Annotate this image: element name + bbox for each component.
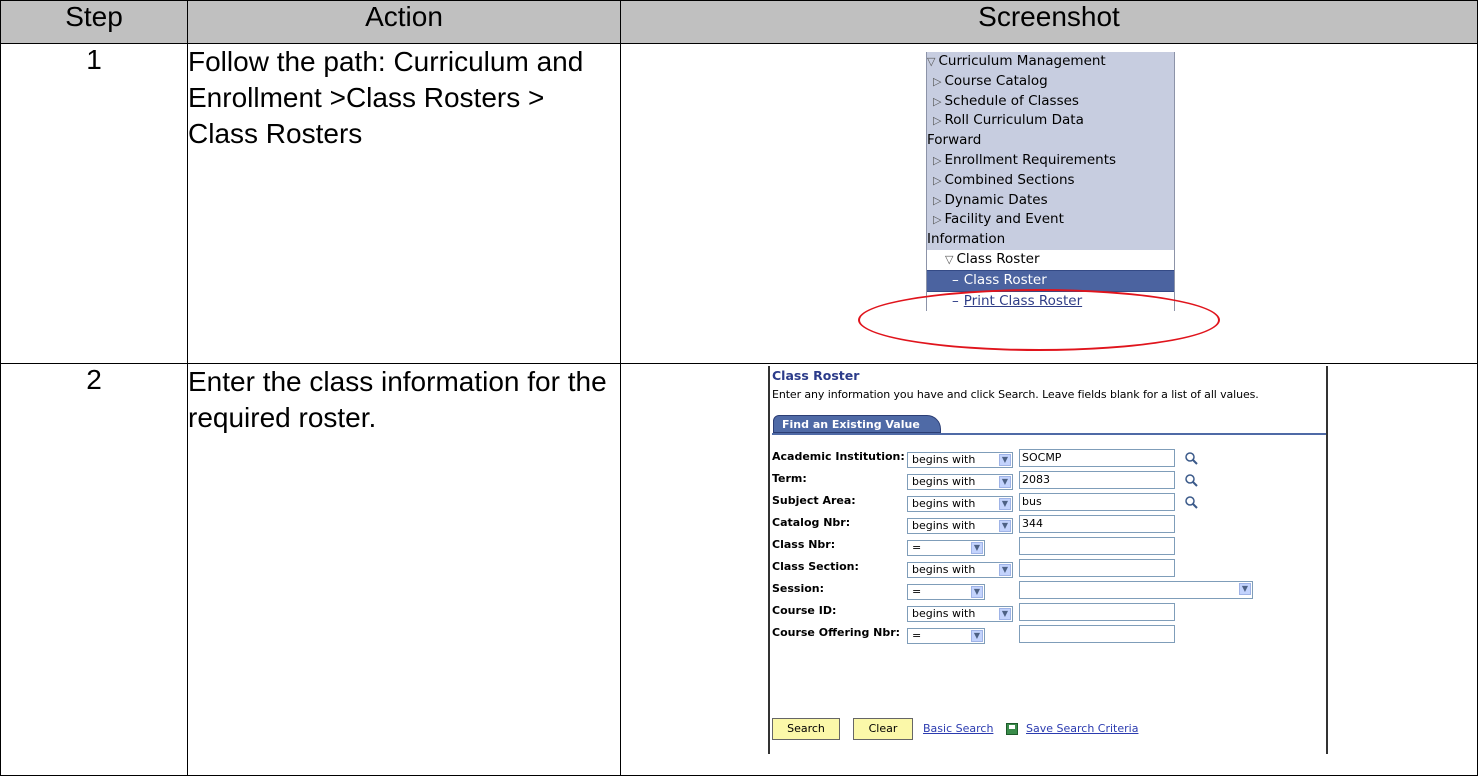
table-row: 1 Follow the path: Curriculum and Enroll…	[0, 43, 1478, 364]
step-number: 1	[0, 43, 188, 364]
collapsed-triangle-icon: ▷	[933, 114, 942, 128]
chevron-down-icon[interactable]: ▼	[1239, 583, 1251, 595]
operator-select[interactable]: begins with ▼	[907, 496, 1013, 512]
step-action: Follow the path: Curriculum and Enrollme…	[187, 43, 621, 364]
table-row: 2 Enter the class information for the re…	[0, 363, 1478, 776]
field-label: Class Nbr:	[772, 538, 836, 551]
menu-item-facility-event[interactable]: ▷ Facility and Event	[927, 210, 1174, 230]
session-select[interactable]: ▼	[1019, 581, 1253, 599]
menu-item-combined-sections[interactable]: ▷ Combined Sections	[927, 171, 1174, 191]
chevron-down-icon[interactable]: ▼	[999, 520, 1011, 532]
collapsed-triangle-icon: ▷	[933, 193, 942, 207]
clear-button[interactable]: Clear	[853, 718, 913, 740]
tab-underline	[772, 433, 1326, 435]
lookup-icon[interactable]	[1184, 451, 1198, 465]
field-label: Session:	[772, 582, 825, 595]
menu-item-dynamic-dates[interactable]: ▷ Dynamic Dates	[927, 191, 1174, 211]
field-label: Class Section:	[772, 560, 859, 573]
basic-search-link[interactable]: Basic Search	[923, 722, 993, 735]
header-screenshot: Screenshot	[620, 0, 1478, 44]
field-label: Catalog Nbr:	[772, 516, 851, 529]
operator-select[interactable]: begins with ▼	[907, 474, 1013, 490]
save-search-criteria-link[interactable]: Save Search Criteria	[1026, 722, 1138, 735]
screenshot-cell: ▽ Curriculum Management ▷ Course Catalog ▷…	[620, 43, 1478, 364]
menu-item-course-catalog[interactable]: ▷ Course Catalog	[927, 72, 1174, 92]
step-number: 2	[0, 363, 188, 776]
chevron-down-icon[interactable]: ▼	[999, 476, 1011, 488]
value-input[interactable]: 2083	[1019, 471, 1175, 489]
value-input[interactable]	[1019, 537, 1175, 555]
screenshot-cell: Class Roster Enter any information you h…	[620, 363, 1478, 776]
search-button[interactable]: Search	[772, 718, 840, 740]
value-input[interactable]: 344	[1019, 515, 1175, 533]
field-label: Course ID:	[772, 604, 837, 617]
operator-select[interactable]: = ▼	[907, 628, 985, 644]
value-input[interactable]	[1019, 603, 1175, 621]
field-label: Academic Institution:	[772, 450, 905, 463]
chevron-down-icon[interactable]: ▼	[971, 542, 983, 554]
menu-item-schedule-of-classes[interactable]: ▷ Schedule of Classes	[927, 92, 1174, 112]
operator-select[interactable]: begins with ▼	[907, 518, 1013, 534]
menu-item-facility-event-cont[interactable]: Information	[927, 230, 1174, 250]
chevron-down-icon[interactable]: ▼	[971, 586, 983, 598]
chevron-down-icon[interactable]: ▼	[999, 498, 1011, 510]
menu-link-print-class-roster[interactable]: – Print Class Roster	[927, 291, 1174, 312]
table-header-row: Step Action Screenshot	[0, 0, 1478, 44]
operator-select[interactable]: begins with ▼	[907, 606, 1013, 622]
dash-icon: –	[952, 292, 959, 309]
collapsed-triangle-icon: ▷	[933, 153, 942, 167]
value-input[interactable]: bus	[1019, 493, 1175, 511]
collapsed-triangle-icon: ▷	[933, 213, 942, 227]
value-input[interactable]: SOCMP	[1019, 449, 1175, 467]
field-label: Subject Area:	[772, 494, 856, 507]
value-input[interactable]	[1019, 559, 1175, 577]
collapsed-triangle-icon: ▷	[933, 74, 942, 88]
tab-find-existing-value[interactable]: Find an Existing Value	[773, 415, 941, 433]
dash-icon: –	[952, 271, 959, 288]
menu-item-class-roster-folder[interactable]: ▽ Class Roster	[927, 249, 1174, 270]
chevron-down-icon[interactable]: ▼	[999, 564, 1011, 576]
expanded-triangle-icon: ▽	[945, 252, 954, 266]
navigation-menu: ▽ Curriculum Management ▷ Course Catalog ▷…	[926, 52, 1175, 312]
menu-root[interactable]: ▽ Curriculum Management	[927, 52, 1174, 72]
operator-select[interactable]: = ▼	[907, 584, 985, 600]
chevron-down-icon[interactable]: ▼	[999, 454, 1011, 466]
collapsed-triangle-icon: ▷	[933, 94, 942, 108]
operator-select[interactable]: begins with ▼	[907, 562, 1013, 578]
field-label: Course Offering Nbr:	[772, 626, 901, 639]
menu-item-class-roster-selected[interactable]: – Class Roster	[927, 269, 1174, 292]
step-action: Enter the class information for the requ…	[187, 363, 621, 776]
page-title: Class Roster	[772, 368, 860, 383]
operator-select[interactable]: begins with ▼	[907, 452, 1013, 468]
chevron-down-icon[interactable]: ▼	[999, 608, 1011, 620]
lookup-icon[interactable]	[1184, 473, 1198, 487]
button-row: Search Clear Basic Search Save Search Cr…	[770, 716, 1326, 742]
collapsed-triangle-icon: ▷	[933, 173, 942, 187]
search-page: Class Roster Enter any information you h…	[768, 366, 1328, 754]
lookup-icon[interactable]	[1184, 495, 1198, 509]
value-input[interactable]	[1019, 625, 1175, 643]
menu-item-enrollment-requirements[interactable]: ▷ Enrollment Requirements	[927, 151, 1174, 171]
menu-item-roll-curriculum[interactable]: ▷ Roll Curriculum Data	[927, 111, 1174, 131]
menu-item-roll-curriculum-cont[interactable]: Forward	[927, 131, 1174, 151]
search-instructions: Enter any information you have and click…	[772, 388, 1259, 401]
operator-select[interactable]: = ▼	[907, 540, 985, 556]
chevron-down-icon[interactable]: ▼	[971, 630, 983, 642]
expanded-triangle-icon: ▽	[927, 55, 936, 68]
instruction-table: Step Action Screenshot 1 Follow the path…	[0, 0, 1478, 776]
header-step: Step	[0, 0, 188, 44]
field-label: Term:	[772, 472, 807, 485]
save-icon	[1006, 723, 1018, 735]
header-action: Action	[187, 0, 621, 44]
